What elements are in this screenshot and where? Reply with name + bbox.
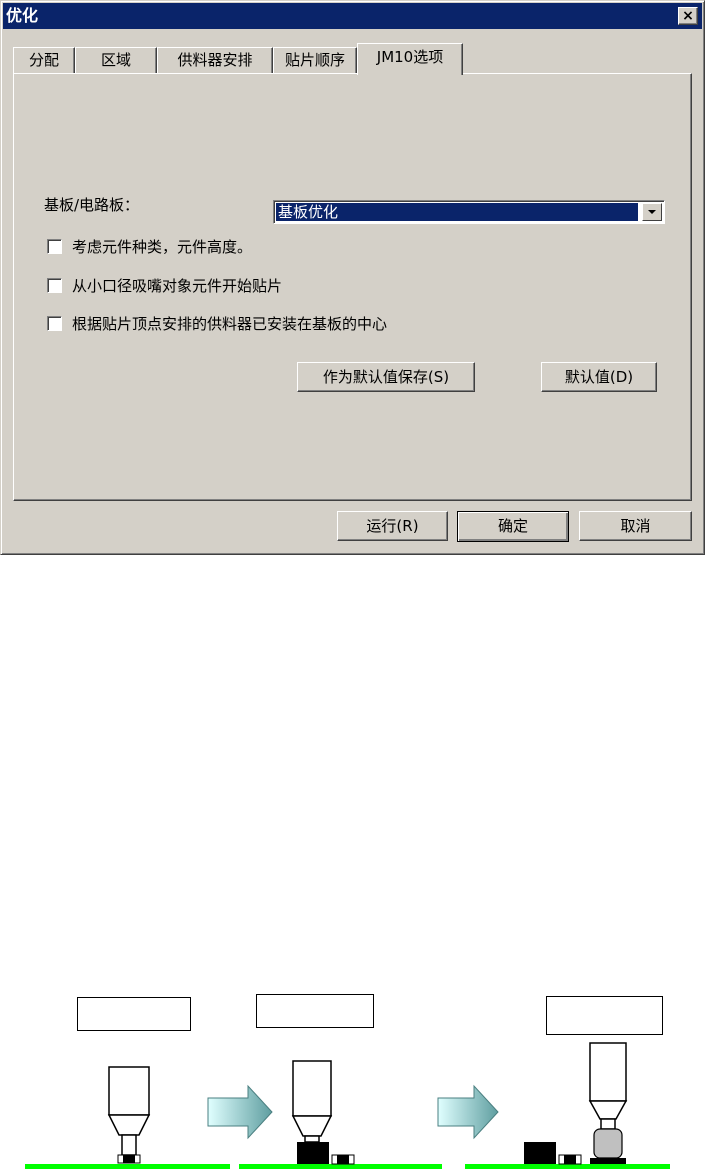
nozzle-body [108,1066,150,1116]
board-label: 基板/电路板： [44,196,140,214]
checkbox-feeder-center[interactable] [47,316,62,331]
large-component [297,1142,329,1164]
tall-component-base [590,1158,626,1164]
right-arrow-icon [207,1084,273,1140]
pcb-board [239,1164,442,1169]
button-label: 默认值(D) [564,368,634,386]
large-component [524,1142,556,1164]
stage-3 [465,1042,670,1169]
restore-default-button[interactable]: 默认值(D) [541,362,657,392]
small-component-body [337,1155,349,1164]
chevron-down-icon[interactable] [642,203,662,221]
board-select-value: 基板优化 [276,203,638,221]
pcb-board [465,1164,670,1169]
pcb-board [25,1164,230,1169]
small-component-body [123,1155,135,1163]
tab-jm10-options[interactable]: JM10选项 [357,43,463,75]
save-as-default-button[interactable]: 作为默认值保存(S) [297,362,475,392]
nozzle-tip [121,1134,137,1156]
board-select[interactable]: 基板优化 [273,200,665,224]
optimization-dialog: 优化 × 分配 区域 供料器安排 贴片顺序 JM10选项 基板/电路板： 基板优… [0,0,705,555]
nozzle-tip [600,1118,616,1130]
checkbox-label: 考虑元件种类，元件高度。 [72,238,253,256]
small-component-body [564,1155,576,1164]
tab-label: JM10选项 [376,48,444,66]
nozzle-cone [107,1114,151,1136]
checkbox-label: 从小口径吸嘴对象元件开始贴片 [72,277,283,295]
checkbox-component-type-height[interactable] [47,239,62,254]
nozzle-tip [304,1135,320,1143]
stage-1 [25,1066,230,1169]
checkbox-small-nozzle-first[interactable] [47,278,62,293]
right-arrow-icon [437,1084,499,1140]
tall-component [593,1128,623,1159]
nozzle-cone [588,1100,628,1120]
nozzle-cone [291,1115,333,1137]
checkbox-label: 根据贴片顶点安排的供料器已安装在基板的中心 [72,315,388,333]
button-label: 作为默认值保存(S) [322,368,450,386]
jm10-options-panel: 基板/电路板： 基板优化 考虑元件种类，元件高度。 从小口径吸嘴对象元件开始贴片… [13,73,692,501]
nozzle-body [292,1060,332,1117]
nozzle-body [589,1042,627,1102]
